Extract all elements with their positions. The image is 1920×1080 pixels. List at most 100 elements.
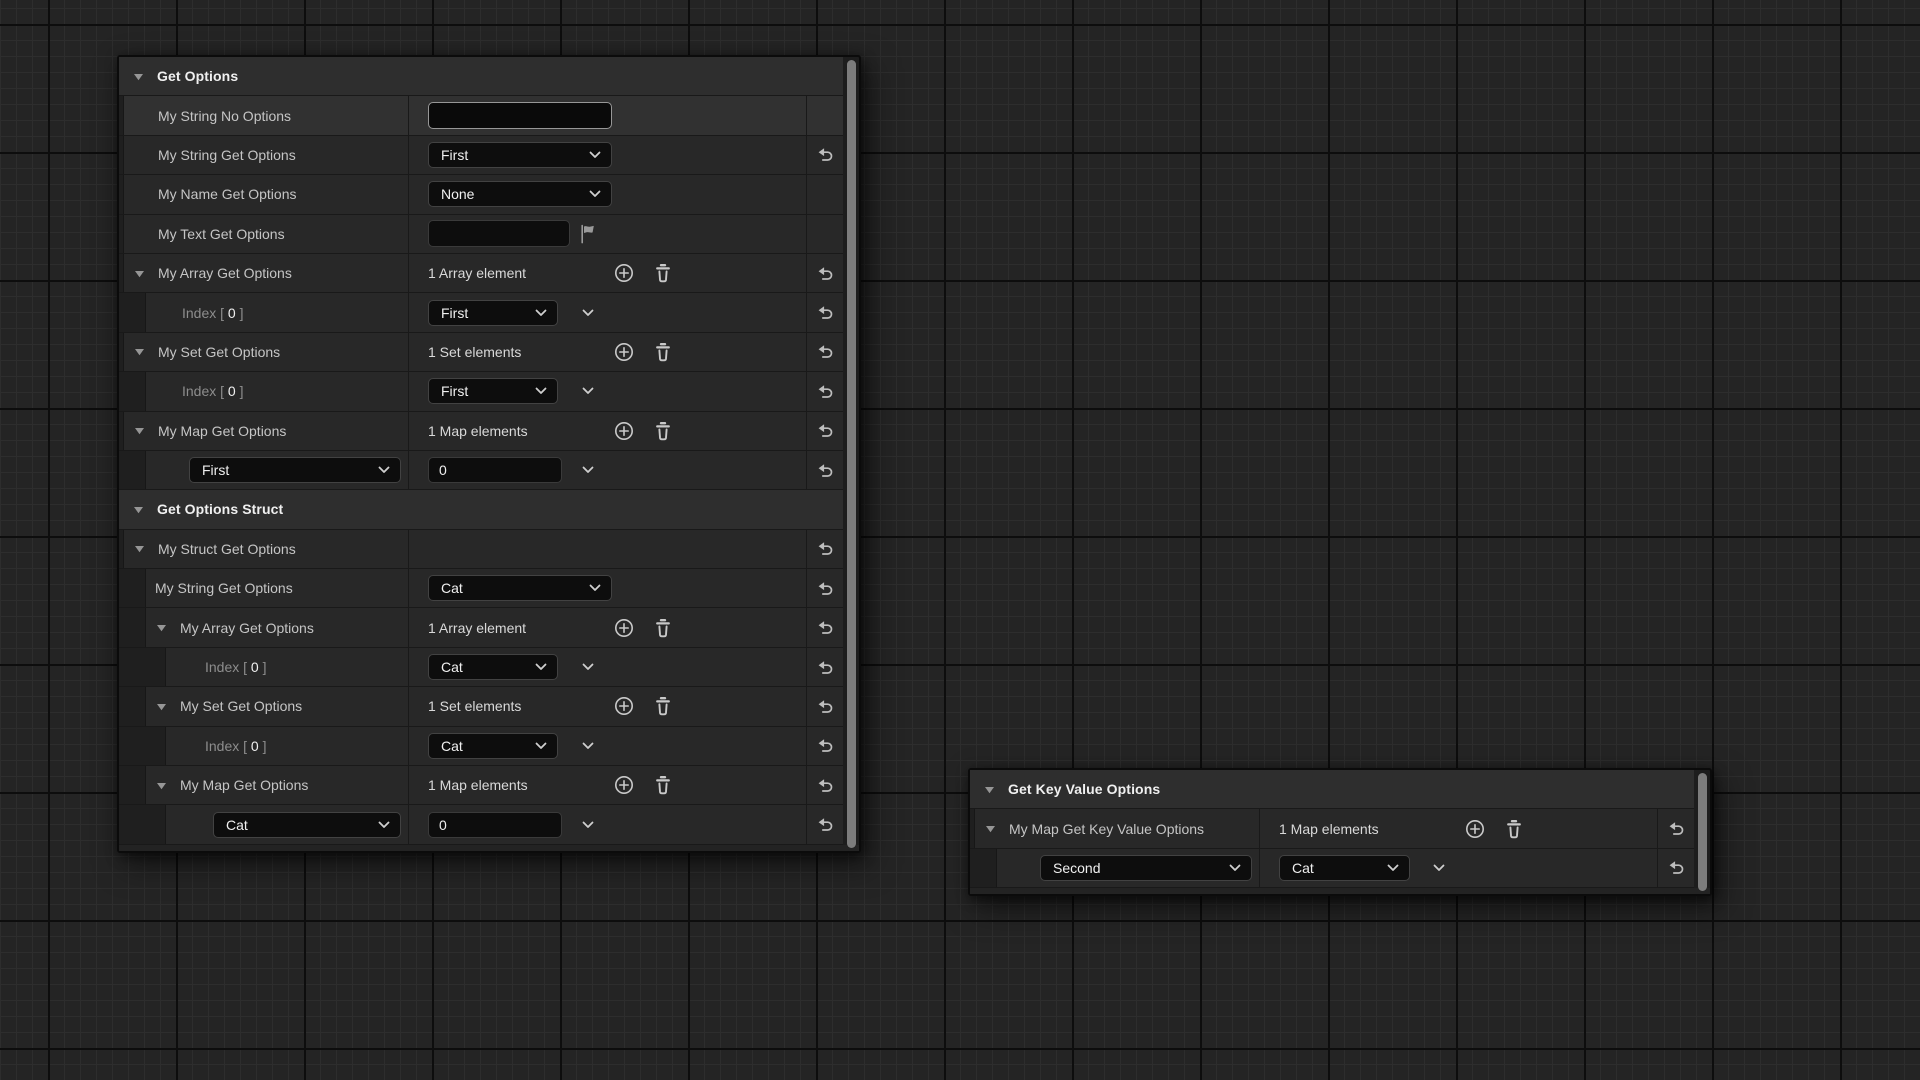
delete-elements-icon[interactable] (653, 774, 673, 796)
category-expander-triangle-icon[interactable] (132, 503, 145, 516)
add-element-icon[interactable] (613, 262, 635, 284)
property-row-my-text-get-options[interactable]: My Text Get Options (119, 215, 843, 254)
category-expander-triangle-icon[interactable] (983, 783, 996, 796)
property-row-my-array-get-options[interactable]: My Array Get Options1 Array element (119, 608, 843, 647)
element-options-chevron-icon[interactable] (580, 817, 596, 833)
property-row-index-0[interactable]: Index [ 0 ]First (119, 293, 843, 332)
value-combobox[interactable]: Cat (428, 654, 558, 680)
property-row-my-string-get-options[interactable]: My String Get OptionsCat (119, 569, 843, 608)
indent-gutter (119, 372, 146, 410)
blueprint-graph-background[interactable]: Get OptionsMy String No OptionsMy String… (0, 0, 1920, 1080)
map-key-combobox[interactable]: Cat (213, 812, 401, 838)
value-combobox[interactable]: First (428, 142, 612, 168)
add-element-icon[interactable] (613, 695, 635, 717)
element-options-chevron-icon[interactable] (580, 383, 596, 399)
property-label-column: Index [ 0 ] (119, 727, 409, 765)
reset-to-default-icon[interactable] (817, 659, 834, 676)
property-row-my-map-get-options[interactable]: My Map Get Options1 Map elements (119, 412, 843, 451)
number-value-input[interactable]: 0 (428, 457, 562, 483)
row-expander-triangle-icon[interactable] (155, 621, 168, 634)
reset-to-default-icon[interactable] (817, 698, 834, 715)
value-combobox[interactable]: First (428, 300, 558, 326)
element-options-chevron-icon[interactable] (1431, 860, 1447, 876)
reset-to-default-icon[interactable] (1668, 859, 1685, 876)
index-number: 0 (228, 305, 236, 321)
element-options-chevron-icon[interactable] (580, 462, 596, 478)
category-expander-triangle-icon[interactable] (132, 70, 145, 83)
property-row-index-0[interactable]: Index [ 0 ] Cat (119, 727, 843, 766)
delete-elements-icon[interactable] (653, 617, 673, 639)
property-row-index-0[interactable]: Index [ 0 ]Cat (119, 648, 843, 687)
reset-to-default-icon[interactable] (817, 304, 834, 321)
row-expander-triangle-icon[interactable] (133, 542, 146, 555)
category-header-get-key-value-options[interactable]: Get Key Value Options (970, 770, 1694, 809)
reset-to-default-icon[interactable] (817, 462, 834, 479)
element-options-chevron-icon[interactable] (580, 738, 596, 754)
container-summary-text: 1 Array element (428, 620, 526, 636)
property-row-my-map-get-key-value-options[interactable]: My Map Get Key Value Options1 Map elemen… (970, 809, 1694, 848)
value-combobox[interactable]: Cat (428, 733, 558, 759)
property-row-map-entry-cat[interactable]: Cat 0 (119, 805, 843, 844)
reset-to-default-icon[interactable] (1668, 820, 1685, 837)
row-expander-triangle-icon[interactable] (155, 779, 168, 792)
reset-to-default-icon[interactable] (817, 737, 834, 754)
add-element-icon[interactable] (613, 341, 635, 363)
category-header-get-options[interactable]: Get Options (119, 57, 843, 96)
add-element-icon[interactable] (1464, 818, 1486, 840)
property-row-my-name-get-options[interactable]: My Name Get OptionsNone (119, 175, 843, 214)
property-label-column: My Struct Get Options (119, 530, 409, 568)
element-options-chevron-icon[interactable] (580, 659, 596, 675)
reset-to-default-icon[interactable] (817, 146, 834, 163)
property-row-my-set-get-options[interactable]: My Set Get Options1 Set elements (119, 687, 843, 726)
value-combobox[interactable]: Cat (428, 575, 612, 601)
row-expander-triangle-icon[interactable] (155, 700, 168, 713)
delete-elements-icon[interactable] (653, 341, 673, 363)
text-value-input[interactable] (428, 220, 570, 247)
property-row-my-array-get-options[interactable]: My Array Get Options1 Array element (119, 254, 843, 293)
reset-to-default-icon[interactable] (817, 540, 834, 557)
delete-elements-icon[interactable] (653, 262, 673, 284)
category-header-get-options-struct[interactable]: Get Options Struct (119, 490, 843, 529)
property-row-my-struct-get-options[interactable]: My Struct Get Options (119, 530, 843, 569)
value-combobox[interactable]: None (428, 181, 612, 207)
vertical-scrollbar-thumb[interactable] (1698, 773, 1707, 891)
map-key-combobox[interactable]: Second (1040, 855, 1252, 881)
row-expander-triangle-icon[interactable] (984, 822, 997, 835)
property-row-index-0[interactable]: Index [ 0 ]First (119, 372, 843, 411)
map-key-combobox[interactable]: First (189, 457, 401, 483)
reset-to-default-icon[interactable] (817, 777, 834, 794)
property-value-column: 1 Map elements (409, 766, 807, 804)
delete-elements-icon[interactable] (653, 695, 673, 717)
reset-to-default-icon[interactable] (817, 422, 834, 439)
element-options-chevron-icon[interactable] (580, 305, 596, 321)
property-label: My Map Get Options (158, 423, 286, 439)
property-row-my-map-get-options[interactable]: My Map Get Options1 Map elements (119, 766, 843, 805)
property-row-my-set-get-options[interactable]: My Set Get Options1 Set elements (119, 333, 843, 372)
reset-to-default-icon[interactable] (817, 580, 834, 597)
property-row-my-string-no-options[interactable]: My String No Options (119, 96, 843, 135)
add-element-icon[interactable] (613, 420, 635, 442)
value-combobox[interactable]: First (428, 378, 558, 404)
row-expander-triangle-icon[interactable] (133, 424, 146, 437)
property-row-map-entry-first[interactable]: First 0 (119, 451, 843, 490)
reset-to-default-icon[interactable] (817, 265, 834, 282)
row-expander-triangle-icon[interactable] (133, 267, 146, 280)
row-expander-triangle-icon[interactable] (133, 345, 146, 358)
details-panel-get-options: Get OptionsMy String No OptionsMy String… (117, 55, 861, 853)
reset-to-default-icon[interactable] (817, 343, 834, 360)
property-row-my-string-get-options[interactable]: My String Get OptionsFirst (119, 136, 843, 175)
add-element-icon[interactable] (613, 774, 635, 796)
text-value-input[interactable] (428, 102, 612, 129)
number-value-input[interactable]: 0 (428, 812, 562, 838)
text-localization-flag-icon[interactable] (579, 224, 599, 244)
delete-elements-icon[interactable] (653, 420, 673, 442)
reset-to-default-icon[interactable] (817, 619, 834, 636)
delete-elements-icon[interactable] (1504, 818, 1524, 840)
reset-to-default-icon[interactable] (817, 816, 834, 833)
vertical-scrollbar-thumb[interactable] (847, 60, 856, 848)
property-row-map-entry-second[interactable]: Second Cat (970, 849, 1694, 888)
value-combobox[interactable]: Cat (1279, 855, 1410, 881)
chevron-down-icon (533, 305, 549, 321)
add-element-icon[interactable] (613, 617, 635, 639)
reset-to-default-icon[interactable] (817, 383, 834, 400)
